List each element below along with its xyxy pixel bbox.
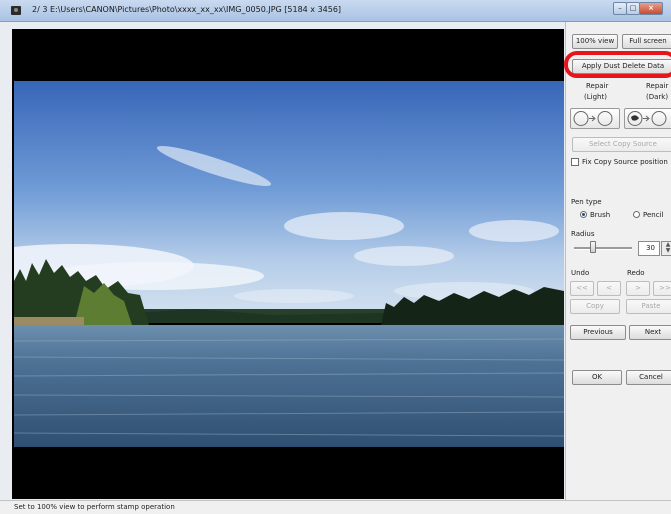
redo-all-button[interactable]: >>	[653, 281, 671, 296]
undo-all-button[interactable]: <<	[570, 281, 594, 296]
repair-light-icon[interactable]	[570, 108, 620, 129]
copy-button[interactable]: Copy	[570, 299, 620, 314]
pencil-label: Pencil	[643, 211, 664, 219]
slider-thumb-icon[interactable]	[590, 241, 596, 253]
minimize-icon[interactable]: –	[613, 2, 627, 15]
ok-button[interactable]: OK	[572, 370, 622, 385]
repair-light-label: Repair	[586, 82, 609, 90]
paste-button[interactable]: Paste	[626, 299, 671, 314]
close-icon[interactable]: ×	[639, 2, 663, 15]
brush-label: Brush	[590, 211, 611, 219]
fix-copy-source-checkbox[interactable]	[571, 158, 579, 166]
view-100-button[interactable]: 100% view	[572, 34, 618, 49]
status-text: Set to 100% view to perform stamp operat…	[14, 503, 175, 511]
full-screen-button[interactable]: Full screen	[622, 34, 671, 49]
app-icon[interactable]	[11, 6, 21, 15]
undo-button[interactable]: <	[597, 281, 621, 296]
tool-panel: 100% view Full screen Apply Dust Delete …	[565, 22, 671, 500]
repair-dark-label: Repair	[646, 82, 669, 90]
previous-button[interactable]: Previous	[570, 325, 626, 340]
cancel-button[interactable]: Cancel	[626, 370, 671, 385]
radius-value-field[interactable]: 30	[638, 241, 660, 256]
pencil-radio[interactable]	[633, 211, 640, 218]
status-bar: Set to 100% view to perform stamp operat…	[0, 500, 671, 514]
brush-radio[interactable]	[580, 211, 587, 218]
select-copy-source-button[interactable]: Select Copy Source	[572, 137, 671, 152]
undo-label: Undo	[571, 269, 590, 277]
window-title: 2/ 3 E:\Users\CANON\Pictures\Photo\xxxx_…	[32, 5, 342, 14]
radius-label: Radius	[571, 230, 595, 238]
maximize-icon[interactable]: □	[626, 2, 640, 15]
repair-light-sublabel: (Light)	[584, 93, 607, 101]
pen-type-label: Pen type	[571, 198, 602, 206]
landscape-photo	[14, 81, 564, 447]
apply-dust-delete-highlight	[564, 51, 671, 78]
repair-dark-icon[interactable]	[624, 108, 671, 129]
radius-slider[interactable]	[574, 247, 632, 250]
fix-copy-source-label: Fix Copy Source position	[582, 158, 668, 166]
redo-button[interactable]: >	[626, 281, 650, 296]
title-bar: 2/ 3 E:\Users\CANON\Pictures\Photo\xxxx_…	[0, 0, 671, 22]
redo-label: Redo	[627, 269, 645, 277]
window-controls: – □ ×	[613, 2, 663, 16]
next-button[interactable]: Next	[629, 325, 671, 340]
radius-spinner[interactable]: ▲ ▼	[661, 241, 671, 256]
repair-dark-sublabel: (Dark)	[646, 93, 669, 101]
photo-preview[interactable]	[14, 81, 564, 447]
image-viewer[interactable]	[12, 29, 564, 499]
